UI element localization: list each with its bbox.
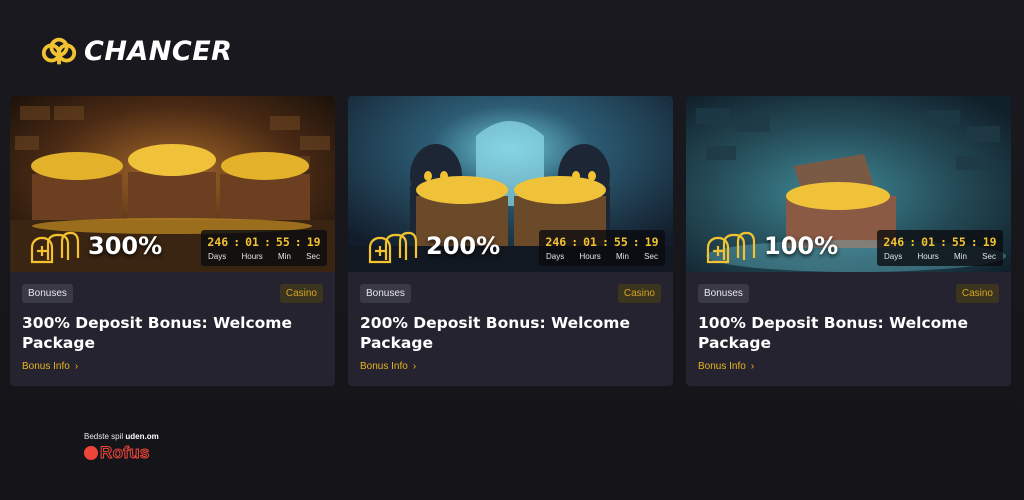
card-body: Bonuses Casino 300% Deposit Bonus: Welco… bbox=[10, 272, 335, 386]
bonus-info-link[interactable]: Bonus Info › bbox=[360, 361, 661, 372]
card-image: 300% 246: 01: 55: 19 Days Hours Min Sec bbox=[10, 96, 335, 272]
bonus-amount: 100% bbox=[704, 226, 838, 266]
timer-min: 55 bbox=[275, 235, 290, 249]
chancer-logo[interactable]: CHANCER bbox=[40, 36, 232, 67]
timer-hours: 01 bbox=[245, 235, 259, 249]
timer-hours: 01 bbox=[583, 235, 597, 249]
tag-casino[interactable]: Casino bbox=[617, 284, 661, 303]
rofus-name: Rofus bbox=[100, 443, 150, 463]
timer-sec: 19 bbox=[644, 235, 659, 249]
card-body: Bonuses Casino 200% Deposit Bonus: Welco… bbox=[348, 272, 673, 386]
label-min: Min bbox=[616, 252, 629, 261]
card-image: 100% 246: 01: 55: 19 Days Hours Min Sec bbox=[686, 96, 1011, 272]
tag-bonuses[interactable]: Bonuses bbox=[22, 284, 73, 303]
bonus-info-link[interactable]: Bonus Info › bbox=[698, 361, 999, 372]
label-min: Min bbox=[278, 252, 291, 261]
bonus-info-label: Bonus Info bbox=[360, 361, 408, 372]
label-sec: Sec bbox=[982, 252, 996, 261]
timer-min: 55 bbox=[613, 235, 628, 249]
bonus-card[interactable]: 100% 246: 01: 55: 19 Days Hours Min Sec bbox=[686, 96, 1011, 386]
card-placeholder bbox=[686, 398, 1011, 500]
money-bags-icon bbox=[368, 231, 418, 264]
timer-days: 246 bbox=[883, 235, 905, 249]
card-placeholder bbox=[348, 398, 673, 500]
tag-bonuses[interactable]: Bonuses bbox=[698, 284, 749, 303]
card-title[interactable]: 200% Deposit Bonus: Welcome Package bbox=[360, 313, 630, 353]
tag-casino[interactable]: Casino bbox=[955, 284, 999, 303]
label-days: Days bbox=[884, 252, 903, 261]
timer-sec: 19 bbox=[306, 235, 321, 249]
card-placeholder bbox=[10, 398, 335, 500]
rofus-caption-prefix: Bedste spil bbox=[84, 432, 126, 441]
countdown-timer: 246: 01: 55: 19 Days Hours Min Sec bbox=[877, 230, 1003, 266]
chevron-right-icon: › bbox=[74, 361, 79, 372]
timer-hours: 01 bbox=[921, 235, 935, 249]
countdown-timer: 246: 01: 55: 19 Days Hours Min Sec bbox=[201, 230, 327, 266]
card-image: 200% 246: 01: 55: 19 Days Hours Min Sec bbox=[348, 96, 673, 272]
label-hours: Hours bbox=[241, 252, 263, 261]
label-hours: Hours bbox=[917, 252, 939, 261]
bonus-info-label: Bonus Info bbox=[22, 361, 70, 372]
card-title[interactable]: 100% Deposit Bonus: Welcome Package bbox=[698, 313, 968, 353]
money-bags-icon bbox=[30, 231, 80, 264]
bonus-card[interactable]: 300% 246: 01: 55: 19 Days Hours Min Sec bbox=[10, 96, 335, 386]
chevron-right-icon: › bbox=[750, 361, 755, 372]
timer-days: 246 bbox=[207, 235, 229, 249]
bonus-info-link[interactable]: Bonus Info › bbox=[22, 361, 323, 372]
bonus-amount: 300% bbox=[28, 226, 162, 266]
clover-logo-icon bbox=[41, 37, 77, 64]
card-title[interactable]: 300% Deposit Bonus: Welcome Package bbox=[22, 313, 292, 353]
brand-name: CHANCER bbox=[84, 36, 233, 67]
bonus-percent: 200% bbox=[426, 232, 501, 260]
rofus-caption: Bedste spil uden.om bbox=[84, 432, 159, 441]
label-sec: Sec bbox=[306, 252, 320, 261]
rofus-dot-icon bbox=[84, 446, 98, 460]
label-days: Days bbox=[546, 252, 565, 261]
tag-bonuses[interactable]: Bonuses bbox=[360, 284, 411, 303]
timer-days: 246 bbox=[545, 235, 567, 249]
bonus-amount: 200% bbox=[366, 226, 500, 266]
bonus-card-list: 300% 246: 01: 55: 19 Days Hours Min Sec bbox=[10, 96, 1012, 386]
tag-casino[interactable]: Casino bbox=[279, 284, 323, 303]
timer-min: 55 bbox=[951, 235, 966, 249]
label-sec: Sec bbox=[644, 252, 658, 261]
bonus-percent: 300% bbox=[88, 232, 163, 260]
label-hours: Hours bbox=[579, 252, 601, 261]
card-body: Bonuses Casino 100% Deposit Bonus: Welco… bbox=[686, 272, 1011, 386]
money-bags-icon bbox=[706, 231, 756, 264]
rofus-badge[interactable]: Bedste spil uden.om Rofus bbox=[84, 432, 159, 463]
label-min: Min bbox=[954, 252, 967, 261]
bonus-card[interactable]: 200% 246: 01: 55: 19 Days Hours Min Sec bbox=[348, 96, 673, 386]
countdown-timer: 246: 01: 55: 19 Days Hours Min Sec bbox=[539, 230, 665, 266]
page: CHANCER 300% 246: 01: 55: 19 Days Hou… bbox=[0, 0, 1024, 500]
bonus-percent: 100% bbox=[764, 232, 839, 260]
bonus-info-label: Bonus Info bbox=[698, 361, 746, 372]
rofus-caption-bold: uden.om bbox=[125, 432, 159, 441]
timer-sec: 19 bbox=[982, 235, 997, 249]
label-days: Days bbox=[208, 252, 227, 261]
chevron-right-icon: › bbox=[412, 361, 417, 372]
